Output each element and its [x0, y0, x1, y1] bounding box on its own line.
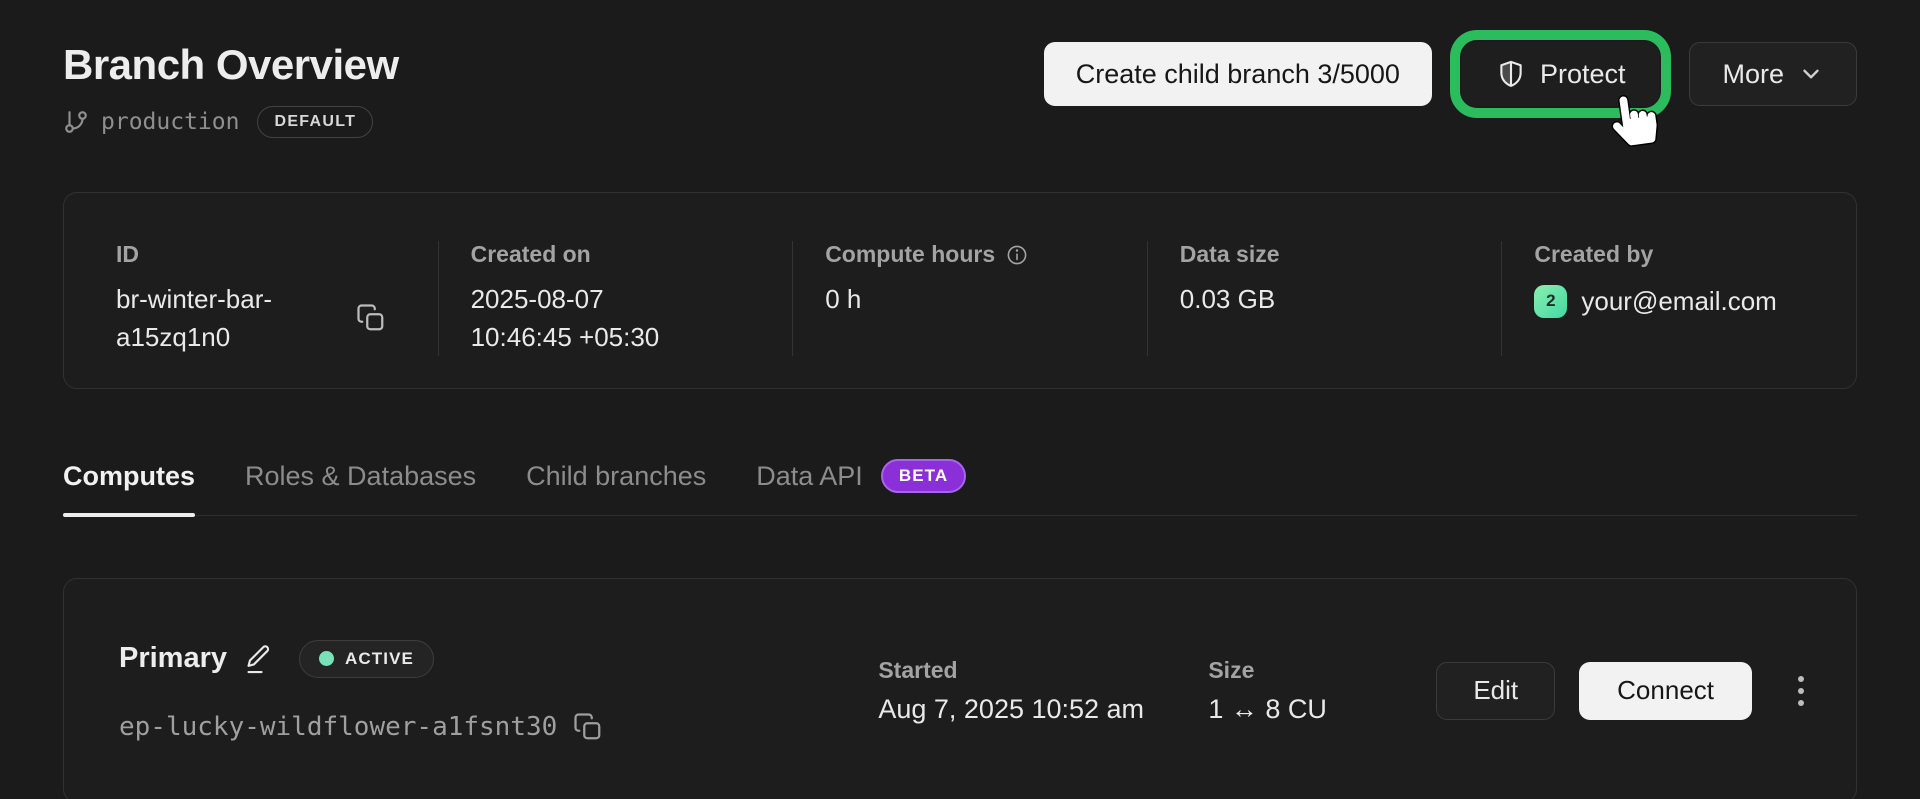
created-by-label: Created by — [1534, 241, 1832, 268]
copy-icon — [356, 303, 386, 333]
branch-id-value: br-winter-bar-a15zq1n0 — [116, 280, 328, 356]
edit-compute-button[interactable]: Edit — [1436, 662, 1555, 720]
info-col-created-by: Created by 2 your@email.com — [1501, 241, 1856, 356]
branch-row: production DEFAULT — [63, 106, 399, 138]
header-actions: Create child branch 3/5000 Protect More — [1044, 42, 1857, 106]
create-child-branch-button[interactable]: Create child branch 3/5000 — [1044, 42, 1432, 106]
id-label: ID — [116, 241, 414, 268]
page-title: Branch Overview — [63, 42, 399, 88]
copy-icon — [573, 712, 603, 742]
compute-actions: Edit Connect — [1436, 662, 1814, 720]
rename-compute-button[interactable] — [243, 643, 273, 675]
info-icon[interactable] — [1005, 243, 1029, 267]
info-col-created-on: Created on 2025-08-07 10:46:45 +05:30 — [438, 241, 793, 356]
more-button-label: More — [1722, 59, 1784, 90]
tab-data-api[interactable]: Data API BETA — [756, 459, 966, 515]
started-value: Aug 7, 2025 10:52 am — [878, 694, 1208, 725]
info-col-id: ID br-winter-bar-a15zq1n0 — [64, 241, 438, 356]
tab-computes[interactable]: Computes — [63, 459, 195, 515]
page-header: Branch Overview production DEFAULT Creat… — [0, 0, 1920, 138]
hand-cursor — [1606, 87, 1662, 153]
git-branch-icon — [63, 109, 89, 135]
kebab-menu-icon — [1798, 676, 1804, 682]
creator-row: 2 your@email.com — [1534, 282, 1832, 320]
compute-name-row: Primary ACTIVE — [119, 640, 878, 678]
beta-badge: BETA — [881, 459, 966, 493]
status-badge: ACTIVE — [299, 640, 434, 678]
started-label: Started — [878, 657, 1208, 684]
title-block: Branch Overview production DEFAULT — [63, 42, 399, 138]
size-label: Size — [1208, 657, 1436, 684]
created-by-value: your@email.com — [1581, 282, 1776, 320]
compute-size-col: Size 1 ↔ 8 CU — [1208, 657, 1436, 725]
kebab-menu-button[interactable] — [1788, 666, 1814, 716]
branch-name: production — [101, 109, 239, 135]
branch-overview-page: Branch Overview production DEFAULT Creat… — [0, 0, 1920, 799]
size-value: 1 ↔ 8 CU — [1208, 694, 1436, 725]
chevron-down-icon — [1798, 61, 1824, 87]
branch-info-card: ID br-winter-bar-a15zq1n0 Created on 202… — [63, 192, 1857, 389]
info-col-compute-hours: Compute hours 0 h — [792, 241, 1147, 356]
compute-hours-label: Compute hours — [825, 241, 1123, 268]
data-size-value: 0.03 GB — [1180, 280, 1275, 318]
default-badge: DEFAULT — [257, 106, 373, 138]
created-on-label: Created on — [471, 241, 769, 268]
protect-button-label: Protect — [1540, 59, 1626, 90]
compute-card: Primary ACTIVE ep-lucky-wildflower-a1fsn… — [63, 578, 1857, 799]
endpoint-id: ep-lucky-wildflower-a1fsnt30 — [119, 712, 557, 742]
compute-hours-value: 0 h — [825, 280, 861, 318]
copy-endpoint-id-button[interactable] — [573, 712, 603, 742]
info-col-data-size: Data size 0.03 GB — [1147, 241, 1502, 356]
shield-icon — [1496, 59, 1526, 89]
tab-roles-databases[interactable]: Roles & Databases — [245, 459, 476, 515]
copy-branch-id-button[interactable] — [356, 303, 386, 333]
compute-started-col: Started Aug 7, 2025 10:52 am — [878, 657, 1208, 725]
endpoint-row: ep-lucky-wildflower-a1fsnt30 — [119, 712, 878, 742]
branch-tabs: Computes Roles & Databases Child branche… — [63, 459, 1857, 516]
connect-button[interactable]: Connect — [1579, 662, 1752, 720]
active-status-dot — [319, 651, 334, 666]
more-button[interactable]: More — [1689, 42, 1857, 106]
data-size-label: Data size — [1180, 241, 1478, 268]
compute-identity: Primary ACTIVE ep-lucky-wildflower-a1fsn… — [119, 640, 878, 742]
edit-pencil-icon — [243, 643, 273, 675]
created-on-value: 2025-08-07 10:46:45 +05:30 — [471, 280, 703, 356]
tab-child-branches[interactable]: Child branches — [526, 459, 706, 515]
avatar: 2 — [1534, 285, 1567, 318]
compute-name: Primary — [119, 642, 227, 675]
protect-button-wrap: Protect — [1462, 42, 1660, 106]
